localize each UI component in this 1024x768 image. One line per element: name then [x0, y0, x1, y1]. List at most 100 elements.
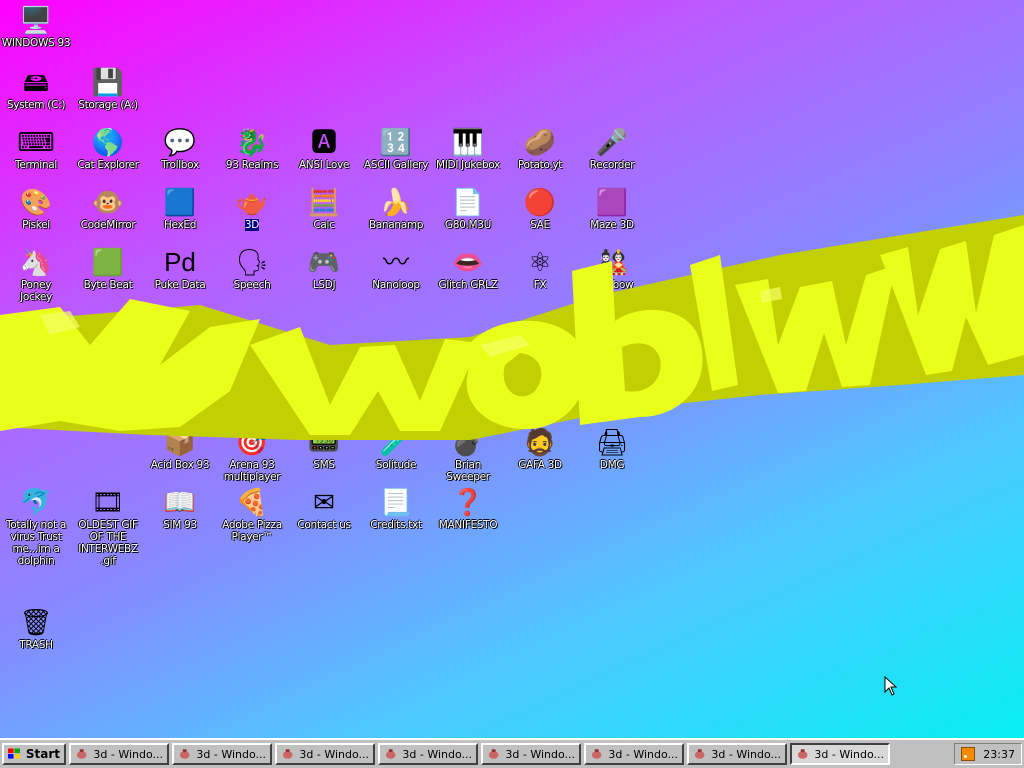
desktop-icon-storage-a[interactable]: 💾 Storage (A:) — [72, 66, 144, 124]
desktop-icon-manifesto[interactable]: ❓ MANIFESTO — [432, 486, 504, 544]
desktop-icon-cat-explorer[interactable]: 🌎 Cat Explorer — [72, 126, 144, 184]
desktop-icon-trollbox[interactable]: 💬 Trollbox — [144, 126, 216, 184]
desktop-icon-calc[interactable]: 🧮 Calc — [288, 186, 360, 244]
sim-93-icon: 📖 — [163, 487, 197, 517]
desktop-icon-label: FX — [533, 279, 547, 291]
glitch-grlz-icon: 👄 — [451, 247, 485, 277]
desktop-icon-rainbow[interactable]: 🎎 Rainbow — [576, 246, 648, 304]
taskbar-task-button[interactable]: 3d - Windo... — [275, 743, 375, 765]
desktop-icon-adobe-pizza[interactable]: 🍕 Adobe Pizza Player™ — [216, 486, 288, 544]
dmg-icon: 🖨 — [595, 427, 629, 457]
desktop-icon-windows93[interactable]: 🖥️ WINDOWS 93 — [0, 4, 72, 62]
hexed-icon: 🟦 — [163, 187, 197, 217]
desktop-icon-label: WINDOWS 93 — [1, 37, 71, 49]
desktop-icon-label: Byte Beat — [83, 279, 133, 291]
taskbar-task-button[interactable]: 3d - Windo... — [584, 743, 684, 765]
teapot-icon — [591, 749, 602, 759]
taskbar-task-button[interactable]: 3d - Windo... — [378, 743, 478, 765]
windows-logo-icon — [8, 748, 20, 759]
desktop-icon-dolphin[interactable]: 🐬 Totally not a virus.Trust me...im a dol… — [0, 486, 72, 567]
desktop-icon-trash[interactable]: 🗑 TRASH — [0, 606, 72, 664]
desktop-icon-byte-beat[interactable]: 🟩 Byte Beat — [72, 246, 144, 304]
desktop-icon-label: Trollbox — [161, 159, 199, 171]
desktop-icon-3d[interactable]: 🫖 3D — [216, 186, 288, 244]
task-button-label: 3d - Windo... — [814, 747, 884, 761]
desktop-icon-arena-93[interactable]: 🎯 Arena 93 multiplayer — [216, 426, 288, 484]
taskbar-task-button[interactable]: 3d - Windo... — [69, 743, 169, 765]
desktop-icon-label: 93 Realms — [225, 159, 279, 171]
desktop-icon-label: 3D — [244, 219, 260, 231]
sae-icon: 🔴 — [523, 187, 557, 217]
taskbar-task-button[interactable]: 3d - Windo... — [687, 743, 787, 765]
desktop-icon-solitude[interactable]: 🧪 Solitude — [360, 426, 432, 484]
rss-icon[interactable] — [961, 747, 976, 761]
clock: 23:37 — [983, 747, 1015, 761]
desktop-icon-label: Acid Box 93 — [150, 459, 210, 471]
desktop-icon-contact-us[interactable]: ✉ Contact us — [288, 486, 360, 544]
desktop-icon-maze-3d[interactable]: 🟪 Maze 3D — [576, 186, 648, 244]
desktop-icon-label: Contact us — [297, 519, 351, 531]
desktop-icon-hexed[interactable]: 🟦 HexEd — [144, 186, 216, 244]
system-c-icon: 🖴 — [22, 67, 50, 97]
desktop-icon-bananamp[interactable]: 🍌 Bananamp — [360, 186, 432, 244]
desktop-icon-dmg[interactable]: 🖨 DMG — [576, 426, 648, 484]
brian-sweeper-icon: 💣 — [451, 427, 485, 457]
desktop-icon-93-realms[interactable]: 🐉 93 Realms — [216, 126, 288, 184]
desktop-icon-midi-jukebox[interactable]: 🎹 MIDI Jukebox — [432, 126, 504, 184]
desktop-icon-acid-box-93[interactable]: 📦 Acid Box 93 — [144, 426, 216, 484]
terminal-icon: ⌨ — [17, 127, 55, 157]
desktop-icon-speech[interactable]: 🗣 Speech — [216, 246, 288, 304]
sms-icon: 📟 — [307, 427, 341, 457]
teapot-icon — [282, 749, 293, 759]
desktop-icon-label: Poney Jockey — [20, 279, 52, 303]
desktop-icon-oldest-gif[interactable]: 🎞 OLDEST GIF OF THE INTERWEBZ .gif — [72, 486, 144, 567]
desktop-icon-gafa-3d[interactable]: 🧔 GAFA 3D — [504, 426, 576, 484]
desktop-icon-label: Storage (A:) — [78, 99, 138, 111]
desktop-icon-poney-jockey[interactable]: 🦄 Poney Jockey — [0, 246, 72, 304]
speech-icon: 🗣 — [235, 247, 269, 277]
desktop-icon-label: Puke Data — [154, 279, 206, 291]
trash-icon: 🗑 — [19, 607, 53, 637]
piskel-icon: 🎨 — [19, 187, 53, 217]
desktop-icon-g80m3u[interactable]: 📄 G80.M3U — [432, 186, 504, 244]
desktop[interactable]: 🖥️ WINDOWS 93 🖴 System (C:) 💾 Storage (A:) ⌨ Te… — [0, 0, 1024, 738]
desktop-icon-sms[interactable]: 📟 SMS — [288, 426, 360, 484]
desktop-icon-piskel[interactable]: 🎨 Piskel — [0, 186, 72, 244]
taskbar-task-button[interactable]: 3d - Windo... — [790, 743, 890, 765]
desktop-icon-recorder[interactable]: 🎤 Recorder — [576, 126, 648, 184]
desktop-icon-fx[interactable]: ⚛ FX — [504, 246, 576, 304]
taskbar-task-button[interactable]: 3d - Windo... — [172, 743, 272, 765]
taskbar-task-button[interactable]: 3d - Windo... — [481, 743, 581, 765]
task-list: 3d - Windo... 3d - Windo... 3d - Windo... 3… — [69, 743, 893, 765]
desktop-icon-glitch-grlz[interactable]: 👄 Glitch GRLZ — [432, 246, 504, 304]
teapot-icon — [76, 749, 87, 759]
start-button[interactable]: Start — [2, 743, 66, 765]
desktop-icon-label: Potato.yt — [517, 159, 563, 171]
desktop-icon-brian-sweeper[interactable]: 💣 Brian Sweeper — [432, 426, 504, 484]
desktop-icon-puke-data[interactable]: Pd Puke Data — [144, 246, 216, 304]
ansi-love-icon: 🅰 — [310, 127, 337, 157]
93-realms-icon: 🐉 — [235, 127, 269, 157]
gafa-3d-icon: 🧔 — [523, 427, 557, 457]
desktop-icon-label: Cat Explorer — [77, 159, 139, 171]
desktop-icon-label: ANSI Love — [298, 159, 350, 171]
desktop-icon-system-c[interactable]: 🖴 System (C:) — [0, 66, 72, 124]
manifesto-icon: ❓ — [451, 487, 485, 517]
desktop-icon-label: Brian Sweeper — [446, 459, 490, 483]
desktop-icon-sim-93[interactable]: 📖 SIM 93 — [144, 486, 216, 544]
desktop-icon-label: SMS — [313, 459, 335, 471]
desktop-icon-nanoloop[interactable]: 〰 Nanoloop — [360, 246, 432, 304]
desktop-icon-label: Calc — [313, 219, 335, 231]
desktop-icon-label: Terminal — [15, 159, 57, 171]
desktop-icon-sae[interactable]: 🔴 SAE — [504, 186, 576, 244]
arena-93-icon: 🎯 — [235, 427, 269, 457]
teapot-icon — [488, 749, 499, 759]
desktop-icon-ansi-love[interactable]: 🅰 ANSI Love — [288, 126, 360, 184]
desktop-icon-ascii-gallery[interactable]: 🔢 ASCII Gallery — [360, 126, 432, 184]
desktop-icon-potato-yt[interactable]: 🥔 Potato.yt — [504, 126, 576, 184]
desktop-icon-lsdj[interactable]: 🎮 LSDJ — [288, 246, 360, 304]
desktop-icon-terminal[interactable]: ⌨ Terminal — [0, 126, 72, 184]
desktop-icon-credits[interactable]: 📃 Credits.txt — [360, 486, 432, 544]
desktop-icon-codemirror[interactable]: 🐵 CodeMirror — [72, 186, 144, 244]
start-label: Start — [25, 747, 60, 761]
